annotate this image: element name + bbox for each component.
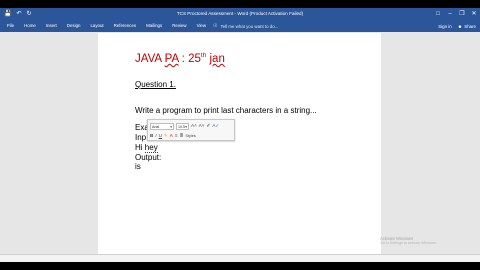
font-name-select[interactable]: Arial ▾: [150, 122, 174, 130]
heading-prefix: JAVA: [135, 53, 165, 65]
tab-mailings[interactable]: Mailings: [141, 20, 167, 32]
mini-toolbar-row-font: Arial ▾ 10.5 ▾ A˄ A˅ ✐ A✓: [150, 122, 219, 130]
styles-button[interactable]: Styles: [185, 134, 195, 138]
document-canvas[interactable]: JAVA PA : 25th jan Question 1. Write a p…: [0, 32, 480, 254]
tab-review[interactable]: Review: [167, 20, 191, 32]
title-bar: 💾 ↶ ↻ TCS Proctored Assessment - Word (P…: [0, 8, 480, 20]
tab-file[interactable]: File: [4, 20, 19, 32]
tab-home[interactable]: Home: [19, 20, 41, 32]
mini-formatting-toolbar: Arial ▾ 10.5 ▾ A˄ A˅ ✐ A✓ B I U ✎ A ≡ ≣ …: [147, 119, 235, 141]
font-color-icon[interactable]: A: [170, 132, 173, 140]
share-person-icon: ☻: [457, 23, 463, 29]
heading-pa: PA: [164, 53, 179, 65]
styles-icon[interactable]: A✓: [212, 122, 219, 130]
underline-icon[interactable]: U: [159, 132, 162, 140]
status-bar: [0, 254, 480, 262]
bold-icon[interactable]: B: [150, 132, 153, 140]
ribbon-display-icon[interactable]: □: [432, 8, 444, 20]
ribbon-tabs: File Home Insert Design Layout Reference…: [4, 20, 211, 32]
word-window: 💾 ↶ ↻ TCS Proctored Assessment - Word (P…: [0, 8, 480, 262]
font-size-value: 10.5: [178, 124, 185, 129]
numbering-icon[interactable]: ≣: [180, 132, 184, 140]
mini-toolbar-row-format: B I U ✎ A ≡ ≣ Styles: [150, 132, 196, 140]
document-heading[interactable]: JAVA PA : 25th jan: [135, 52, 225, 65]
format-painter-icon[interactable]: ✐: [207, 122, 211, 130]
share-label: Share: [464, 23, 476, 29]
heading-superscript: th: [200, 52, 207, 59]
shrink-font-icon[interactable]: A˅: [199, 122, 205, 130]
grow-font-icon[interactable]: A˄: [191, 122, 197, 130]
bullets-icon[interactable]: ≡: [175, 132, 178, 140]
tab-design[interactable]: Design: [62, 20, 86, 32]
heading-mid: : 25: [178, 53, 201, 65]
text-line-hi-label: Hi: [135, 143, 143, 152]
text-line-hi[interactable]: Hi hey: [135, 143, 158, 153]
ribbon-tabs-bar: File Home Insert Design Layout Reference…: [0, 20, 480, 32]
tab-layout[interactable]: Layout: [85, 20, 108, 32]
window-title: TCS Proctored Assessment - Word (Product…: [176, 11, 304, 16]
tell-me-search[interactable]: ☉ Tell me what you want to do...: [213, 20, 278, 32]
maximize-icon[interactable]: ❐: [456, 8, 468, 20]
font-dropdown-icon: ▾: [170, 124, 172, 129]
close-icon[interactable]: ✕: [468, 8, 480, 20]
tell-me-placeholder: Tell me what you want to do...: [220, 23, 279, 29]
lightbulb-icon: ☉: [213, 23, 218, 29]
tab-references[interactable]: References: [109, 20, 141, 32]
tab-insert[interactable]: Insert: [41, 20, 62, 32]
text-line-is[interactable]: is: [135, 162, 141, 171]
share-button[interactable]: ☻ Share: [458, 24, 476, 29]
question-prompt[interactable]: Write a program to print last characters…: [135, 106, 317, 115]
account-area: Sign in ☻ Share: [438, 20, 476, 32]
font-name-value: Arial: [152, 124, 160, 129]
minimize-icon[interactable]: –: [444, 8, 456, 20]
heading-month: jan: [209, 53, 225, 65]
italic-icon[interactable]: I: [155, 132, 156, 140]
highlight-icon[interactable]: ✎: [164, 132, 168, 140]
text-line-output[interactable]: Output:: [135, 153, 161, 162]
window-controls: □ – ❐ ✕: [432, 8, 480, 20]
font-size-select[interactable]: 10.5 ▾: [176, 122, 189, 130]
activate-windows-subtitle: Go to Settings to activate Windows.: [380, 241, 437, 245]
sign-in-link[interactable]: Sign in: [438, 24, 451, 29]
selected-word[interactable]: hey: [144, 143, 158, 153]
document-page[interactable]: JAVA PA : 25th jan Question 1. Write a p…: [98, 33, 381, 254]
size-dropdown-icon: ▾: [185, 124, 187, 129]
screen: 💾 ↶ ↻ TCS Proctored Assessment - Word (P…: [0, 0, 480, 270]
tab-view[interactable]: View: [192, 20, 211, 32]
text-line-input[interactable]: Inp: [135, 133, 146, 142]
question-label[interactable]: Question 1.: [135, 80, 176, 89]
